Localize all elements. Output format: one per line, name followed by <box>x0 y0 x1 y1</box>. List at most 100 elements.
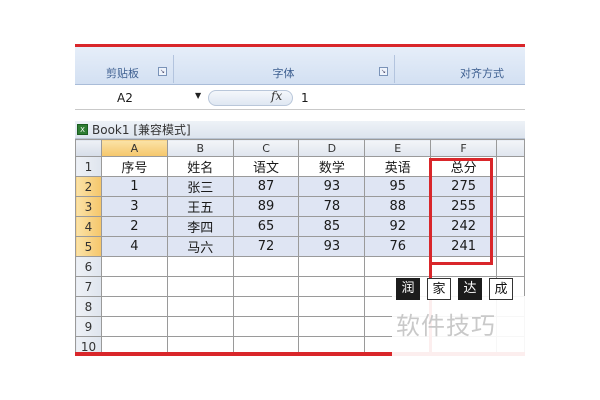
chevron-down-icon[interactable]: ▼ <box>195 91 201 100</box>
header-cell[interactable]: 英语 <box>364 156 432 177</box>
row-header[interactable]: 1 <box>75 156 102 177</box>
row-header[interactable]: 9 <box>75 316 102 337</box>
cell[interactable]: 3 <box>100 196 168 217</box>
cell[interactable]: 255 <box>430 196 498 217</box>
cell[interactable]: 93 <box>298 236 366 257</box>
cell[interactable] <box>166 256 234 277</box>
formula-bar: A2 ▼ fx 1 <box>75 86 525 110</box>
workbook-title-bar: X Book1 [兼容模式] <box>75 121 525 139</box>
cell[interactable] <box>364 256 432 277</box>
cell[interactable] <box>232 296 300 317</box>
cell[interactable]: 275 <box>430 176 498 197</box>
cell[interactable] <box>232 316 300 337</box>
cell[interactable]: 4 <box>100 236 168 257</box>
row-header[interactable]: 5 <box>75 236 102 257</box>
row-header[interactable]: 4 <box>75 216 102 237</box>
watermark-char: 成 <box>489 278 513 300</box>
table-row: 6 <box>75 256 525 277</box>
column-header-d[interactable]: D <box>298 139 366 157</box>
cell[interactable]: 87 <box>232 176 300 197</box>
cell[interactable] <box>100 276 168 297</box>
cell[interactable]: 76 <box>364 236 432 257</box>
formula-input[interactable]: 1 <box>301 89 309 107</box>
column-header-g[interactable] <box>496 139 525 157</box>
table-row: 1 序号 姓名 语文 数学 英语 总分 <box>75 156 525 177</box>
cell[interactable]: 93 <box>298 176 366 197</box>
cell[interactable]: 李四 <box>166 216 234 237</box>
cell[interactable] <box>166 316 234 337</box>
cell[interactable]: 2 <box>100 216 168 237</box>
cell[interactable]: 89 <box>232 196 300 217</box>
cell[interactable]: 85 <box>298 216 366 237</box>
cell[interactable] <box>496 236 525 257</box>
header-cell[interactable]: 语文 <box>232 156 300 177</box>
cell[interactable] <box>496 256 525 277</box>
cell[interactable]: 78 <box>298 196 366 217</box>
header-cell[interactable]: 序号 <box>100 156 168 177</box>
watermark-buttons: 润 家 达 成 <box>396 278 513 300</box>
cell[interactable] <box>298 276 366 297</box>
excel-workbook-icon: X <box>77 124 88 135</box>
cell[interactable]: 1 <box>100 176 168 197</box>
ribbon-separator <box>173 55 174 83</box>
cell[interactable] <box>430 256 498 277</box>
cell[interactable]: 王五 <box>166 196 234 217</box>
row-header[interactable]: 7 <box>75 276 102 297</box>
dialog-launcher-icon[interactable]: ↘ <box>158 67 167 76</box>
row-header[interactable]: 2 <box>75 176 102 197</box>
watermark-char: 家 <box>427 278 451 300</box>
cell[interactable] <box>100 256 168 277</box>
dialog-launcher-icon[interactable]: ↘ <box>379 67 388 76</box>
cell[interactable] <box>100 296 168 317</box>
fx-icon[interactable]: fx <box>271 89 282 103</box>
header-cell[interactable]: 总分 <box>430 156 498 177</box>
cell[interactable] <box>298 296 366 317</box>
cell[interactable] <box>166 296 234 317</box>
ribbon: 剪贴板 ↘ 字体 ↘ 对齐方式 <box>75 47 525 85</box>
watermark-char: 达 <box>458 278 482 300</box>
table-row: 3 3 王五 89 78 88 255 <box>75 196 525 217</box>
select-all-corner[interactable] <box>75 139 102 157</box>
cell[interactable] <box>298 316 366 337</box>
ribbon-group-clipboard[interactable]: 剪贴板 ↘ <box>75 61 170 85</box>
cell[interactable]: 72 <box>232 236 300 257</box>
column-header-b[interactable]: B <box>166 139 234 157</box>
cell[interactable]: 88 <box>364 196 432 217</box>
table-row: 4 2 李四 65 85 92 242 <box>75 216 525 237</box>
column-header-e[interactable]: E <box>364 139 432 157</box>
cell[interactable]: 242 <box>430 216 498 237</box>
watermark-text: 软件技巧 <box>396 312 496 340</box>
cell[interactable] <box>496 156 525 177</box>
name-box[interactable]: A2 <box>79 89 207 107</box>
cell[interactable] <box>496 176 525 197</box>
header-cell[interactable]: 数学 <box>298 156 366 177</box>
spacer <box>75 111 525 121</box>
cell[interactable] <box>232 256 300 277</box>
cell[interactable] <box>166 276 234 297</box>
column-header-c[interactable]: C <box>232 139 300 157</box>
workbook-title: Book1 [兼容模式] <box>92 123 191 137</box>
cell[interactable]: 95 <box>364 176 432 197</box>
cell[interactable]: 张三 <box>166 176 234 197</box>
ribbon-separator <box>394 55 395 83</box>
cell[interactable] <box>298 256 366 277</box>
cell[interactable] <box>496 216 525 237</box>
header-cell[interactable]: 姓名 <box>166 156 234 177</box>
cell[interactable] <box>496 196 525 217</box>
row-header[interactable]: 3 <box>75 196 102 217</box>
cell[interactable]: 241 <box>430 236 498 257</box>
ribbon-group-alignment[interactable]: 对齐方式 <box>397 61 525 85</box>
row-header[interactable]: 8 <box>75 296 102 317</box>
cell[interactable] <box>100 316 168 337</box>
ribbon-group-font[interactable]: 字体 ↘ <box>176 61 391 85</box>
cell[interactable]: 65 <box>232 216 300 237</box>
table-row: 2 1 张三 87 93 95 275 <box>75 176 525 197</box>
row-header[interactable]: 6 <box>75 256 102 277</box>
ribbon-group-label: 剪贴板 <box>106 67 139 80</box>
column-header-f[interactable]: F <box>430 139 498 157</box>
cell[interactable]: 马六 <box>166 236 234 257</box>
watermark-char: 润 <box>396 278 420 300</box>
cell[interactable]: 92 <box>364 216 432 237</box>
column-header-a[interactable]: A <box>100 139 168 157</box>
cell[interactable] <box>232 276 300 297</box>
